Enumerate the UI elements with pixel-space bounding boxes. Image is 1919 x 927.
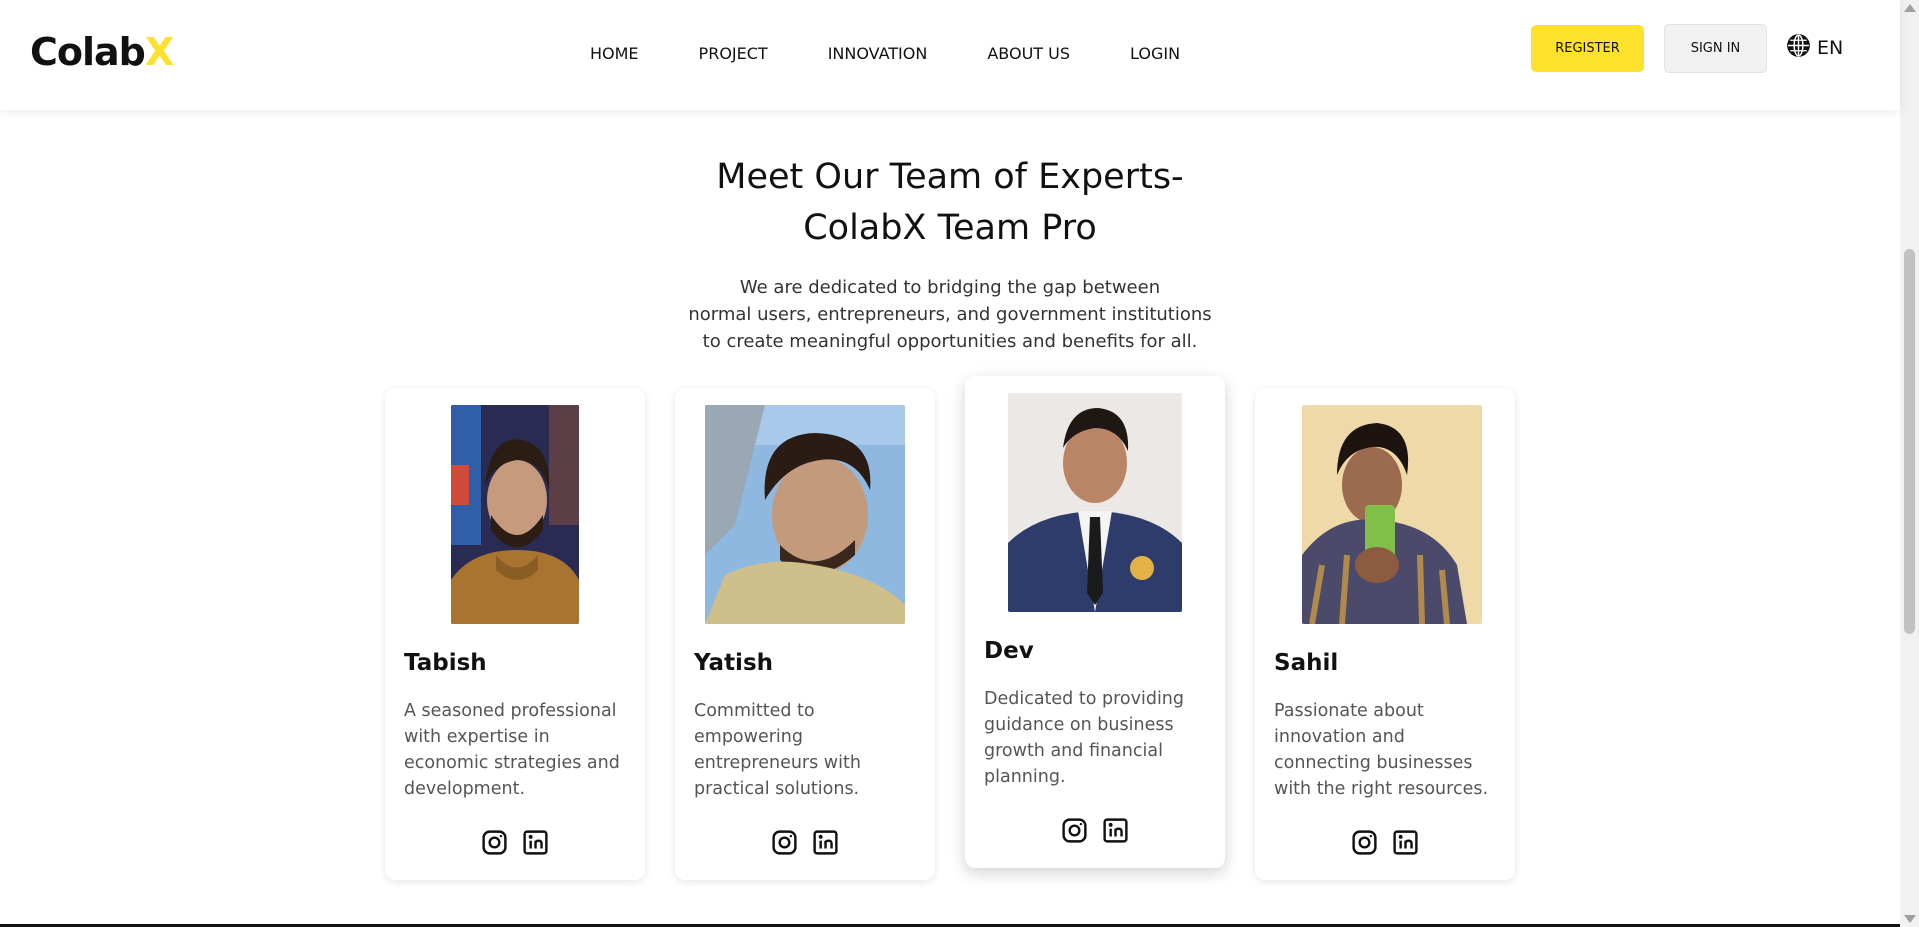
scroll-up-arrow-icon[interactable] xyxy=(1904,4,1916,12)
linkedin-icon[interactable] xyxy=(1101,816,1130,845)
nav-project[interactable]: PROJECT xyxy=(699,44,768,63)
sign-in-button[interactable]: SIGN IN xyxy=(1664,24,1767,73)
team-card: Dev Dedicated to providing guidance on b… xyxy=(965,376,1225,868)
nav-about-us[interactable]: ABOUT US xyxy=(987,44,1070,63)
team-member-name: Sahil xyxy=(1274,650,1339,676)
team-member-description: A seasoned professional with expertise i… xyxy=(404,701,620,799)
team-member-name: Dev xyxy=(984,638,1034,664)
nav-login[interactable]: LOGIN xyxy=(1130,44,1180,63)
instagram-icon[interactable] xyxy=(770,828,799,857)
social-links xyxy=(675,828,935,857)
team-member-description: Committed to empowering entrepreneurs wi… xyxy=(694,701,861,799)
social-links xyxy=(965,816,1225,845)
subtitle-line-3: to create meaningful opportunities and b… xyxy=(702,331,1198,352)
team-card: Yatish Committed to empowering entrepren… xyxy=(675,388,935,880)
team-member-description: Dedicated to providing guidance on busin… xyxy=(984,689,1185,787)
nav-home[interactable]: HOME xyxy=(590,44,639,63)
linkedin-icon[interactable] xyxy=(1391,828,1420,857)
nav-innovation[interactable]: INNOVATION xyxy=(828,44,928,63)
title-line-2: ColabX Team Pro xyxy=(803,208,1097,248)
subtitle-line-2: normal users, entrepreneurs, and governm… xyxy=(688,304,1212,325)
team-member-photo xyxy=(451,405,579,624)
logo[interactable]: ColabX xyxy=(30,30,174,74)
team-card: Sahil Passionate about innovation and co… xyxy=(1255,388,1515,880)
logo-accent: X xyxy=(144,30,174,74)
subtitle-line-1: We are dedicated to bridging the gap bet… xyxy=(739,277,1161,298)
site-header: ColabX HOME PROJECT INNOVATION ABOUT US … xyxy=(0,0,1900,110)
scroll-down-arrow-icon[interactable] xyxy=(1904,915,1916,923)
social-links xyxy=(385,828,645,857)
team-member-name: Tabish xyxy=(404,650,487,676)
linkedin-icon[interactable] xyxy=(521,828,550,857)
instagram-icon[interactable] xyxy=(1350,828,1379,857)
main-nav: HOME PROJECT INNOVATION ABOUT US LOGIN xyxy=(590,44,1240,63)
team-member-photo xyxy=(705,405,905,624)
scrollbar[interactable] xyxy=(1900,0,1919,927)
scroll-thumb[interactable] xyxy=(1904,249,1915,634)
team-member-photo xyxy=(1302,405,1482,624)
social-links xyxy=(1255,828,1515,857)
title-line-1: Meet Our Team of Experts- xyxy=(716,157,1184,197)
team-card: Tabish A seasoned professional with expe… xyxy=(385,388,645,880)
language-label: EN xyxy=(1817,37,1844,59)
language-selector[interactable]: EN xyxy=(1786,33,1843,63)
team-member-photo xyxy=(1008,393,1182,612)
instagram-icon[interactable] xyxy=(480,828,509,857)
team-member-description: Passionate about innovation and connecti… xyxy=(1274,701,1489,799)
team-member-name: Yatish xyxy=(694,650,774,676)
instagram-icon[interactable] xyxy=(1060,816,1089,845)
section-title: Meet Our Team of Experts- ColabX Team Pr… xyxy=(0,152,1900,254)
logo-text: Colab xyxy=(30,30,146,74)
register-button[interactable]: REGISTER xyxy=(1531,25,1644,72)
globe-icon xyxy=(1786,33,1811,63)
section-subtitle: We are dedicated to bridging the gap bet… xyxy=(660,274,1240,355)
linkedin-icon[interactable] xyxy=(811,828,840,857)
